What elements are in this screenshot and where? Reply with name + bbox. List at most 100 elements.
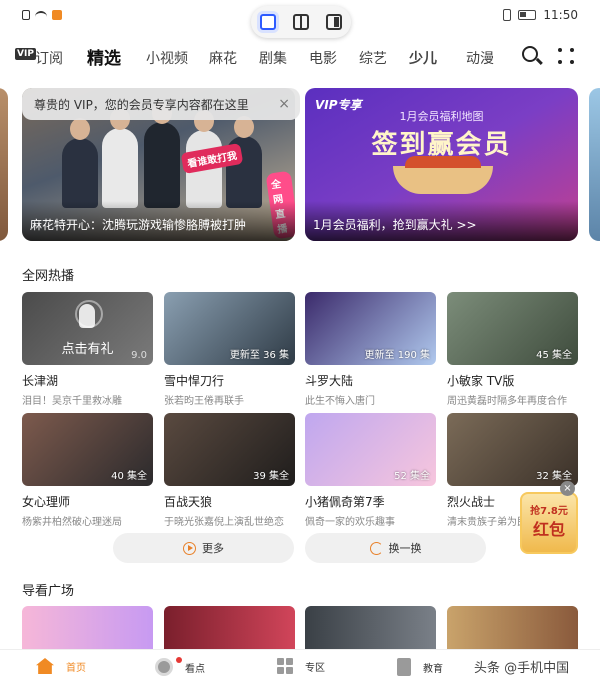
more-button[interactable]: 更多 bbox=[113, 533, 294, 563]
book-icon bbox=[397, 658, 411, 676]
more-icon[interactable] bbox=[558, 48, 576, 66]
red-packet-amount: 抢7.8元 bbox=[530, 506, 568, 517]
bottom-nav-home[interactable]: 首页 bbox=[36, 658, 86, 674]
video-title[interactable]: 百战天狼 bbox=[164, 493, 295, 510]
more-button-label: 更多 bbox=[202, 542, 224, 555]
video-card[interactable]: 更新至 36 集雪中悍刀行张若昀王倦再联手 bbox=[164, 292, 295, 407]
video-title[interactable]: 女心理师 bbox=[22, 493, 153, 510]
tap-hand-icon bbox=[75, 300, 103, 328]
tab-featured[interactable]: 精选 bbox=[87, 44, 121, 69]
video-title[interactable]: 斗罗大陆 bbox=[305, 372, 436, 389]
video-subtitle: 佩奇一家的欢乐趣事 bbox=[305, 517, 395, 528]
video-subtitle: 此生不悔入唐门 bbox=[305, 396, 375, 407]
guide-thumb[interactable] bbox=[22, 606, 153, 649]
video-title[interactable]: 雪中悍刀行 bbox=[164, 372, 295, 389]
section-title-hot: 全网热播 bbox=[22, 269, 75, 284]
bottom-nav-home-label: 首页 bbox=[66, 662, 86, 674]
tab-series[interactable]: 剧集 bbox=[259, 48, 287, 68]
video-thumbnail[interactable]: 更新至 190 集 bbox=[305, 292, 436, 365]
tab-subscribe[interactable]: 订阅 bbox=[35, 48, 63, 68]
video-card[interactable]: 45 集全小敏家 TV版周迅黄磊时隔多年再度合作 bbox=[447, 292, 578, 407]
bottom-nav-education[interactable]: 教育 bbox=[397, 658, 443, 676]
tab-mahua[interactable]: 麻花 bbox=[209, 48, 237, 68]
play-icon bbox=[183, 541, 196, 555]
vip-tooltip-text: 尊贵的 VIP，您的会员专享内容都在这里 bbox=[34, 97, 249, 112]
video-thumbnail[interactable]: 52 集全 bbox=[305, 413, 436, 486]
video-card[interactable]: 点击有礼 9.0 长津湖泪目！吴京千里救冰雕 bbox=[22, 292, 153, 407]
app-notification-icon bbox=[52, 10, 62, 20]
sim-icon bbox=[22, 10, 30, 20]
video-card[interactable]: 40 集全女心理师杨紫井柏然破心理迷局 bbox=[22, 413, 153, 528]
guide-thumb[interactable] bbox=[305, 606, 436, 649]
tab-movie[interactable]: 电影 bbox=[309, 48, 337, 68]
banner-caption: 麻花特开心：沈腾玩游戏输惨胳膊被打肿 bbox=[22, 201, 295, 241]
vip-banner-caption: 1月会员福利，抢到赢大礼 >> bbox=[305, 201, 578, 241]
video-card[interactable]: 39 集全百战天狼于晓光张嘉倪上演乱世绝恋 bbox=[164, 413, 295, 528]
video-thumbnail[interactable]: 更新至 36 集 bbox=[164, 292, 295, 365]
bottom-nav-watch-label: 看点 bbox=[185, 663, 205, 675]
video-card[interactable]: 更新至 190 集斗罗大陆此生不悔入唐门 bbox=[305, 292, 436, 407]
episode-badge: 更新至 36 集 bbox=[229, 350, 289, 361]
guide-thumb[interactable] bbox=[164, 606, 295, 649]
battery-icon bbox=[518, 10, 537, 20]
rating-score: 9.0 bbox=[131, 350, 147, 361]
channel-nav: VIP 订阅 精选 小视频 麻花 剧集 电影 综艺 少儿 动漫 bbox=[0, 38, 600, 74]
notification-dot bbox=[176, 657, 182, 663]
video-subtitle: 周迅黄磊时隔多年再度合作 bbox=[447, 396, 567, 407]
video-thumbnail[interactable]: 45 集全 bbox=[447, 292, 578, 365]
refresh-button-label: 换一换 bbox=[388, 542, 422, 555]
video-subtitle: 泪目！吴京千里救冰雕 bbox=[22, 396, 122, 407]
wifi-icon bbox=[35, 10, 47, 20]
refresh-button[interactable]: 换一换 bbox=[305, 533, 486, 563]
bottom-nav-zone-label: 专区 bbox=[305, 662, 325, 674]
section-title-guide: 导看广场 bbox=[22, 584, 75, 599]
vip-badge-icon: VIP bbox=[15, 48, 36, 60]
episode-badge: 40 集全 bbox=[111, 471, 147, 482]
red-packet-promo[interactable]: 抢7.8元 红包 bbox=[520, 492, 578, 554]
tab-kids[interactable]: 少儿 bbox=[409, 48, 437, 68]
bottom-nav-education-label: 教育 bbox=[423, 663, 443, 675]
grid-icon bbox=[277, 658, 293, 674]
banner-vip-benefits[interactable]: VIP专享 1月会员福利地图 签到赢会员 1月会员福利，抢到赢大礼 >> bbox=[305, 88, 578, 241]
close-icon[interactable]: × bbox=[560, 481, 575, 496]
video-subtitle: 于晓光张嘉倪上演乱世绝恋 bbox=[164, 517, 284, 528]
video-thumbnail[interactable]: 40 集全 bbox=[22, 413, 153, 486]
episode-badge: 52 集全 bbox=[394, 471, 430, 482]
video-title[interactable]: 小猪佩奇第7季 bbox=[305, 493, 436, 510]
video-subtitle: 杨紫井柏然破心理迷局 bbox=[22, 517, 122, 528]
clock: 11:50 bbox=[543, 8, 578, 22]
bottom-nav-zone[interactable]: 专区 bbox=[277, 658, 325, 674]
status-icons-left bbox=[22, 10, 62, 20]
tab-anime[interactable]: 动漫 bbox=[466, 48, 494, 68]
episode-badge: 45 集全 bbox=[536, 350, 572, 361]
home-icon bbox=[36, 658, 54, 674]
split-screen-icon[interactable] bbox=[292, 14, 309, 30]
video-title[interactable]: 长津湖 bbox=[22, 372, 153, 389]
vip-banner-subtitle: 1月会员福利地图 bbox=[399, 110, 484, 123]
vibrate-icon bbox=[503, 9, 512, 21]
guide-thumb[interactable] bbox=[447, 606, 578, 649]
tab-short-video[interactable]: 小视频 bbox=[146, 48, 188, 68]
watermark: 头条 @手机中国 bbox=[474, 661, 570, 676]
video-thumbnail[interactable]: 点击有礼 9.0 bbox=[22, 292, 153, 365]
window-mode-switcher bbox=[251, 6, 351, 38]
gift-dish-image bbox=[393, 156, 493, 194]
floating-window-icon[interactable] bbox=[326, 14, 343, 30]
search-icon[interactable] bbox=[522, 46, 538, 62]
banner-prev-peek[interactable] bbox=[0, 88, 8, 241]
video-subtitle: 张若昀王倦再联手 bbox=[164, 396, 244, 407]
close-icon[interactable]: × bbox=[278, 96, 290, 112]
red-packet-label: 红包 bbox=[532, 520, 565, 539]
episode-badge: 39 集全 bbox=[253, 471, 289, 482]
video-card[interactable]: 52 集全小猪佩奇第7季佩奇一家的欢乐趣事 bbox=[305, 413, 436, 528]
video-thumbnail[interactable]: 39 集全 bbox=[164, 413, 295, 486]
episode-badge: 更新至 190 集 bbox=[364, 350, 430, 361]
watch-icon bbox=[155, 658, 173, 676]
fullscreen-mode-icon[interactable] bbox=[259, 14, 276, 30]
video-title[interactable]: 小敏家 TV版 bbox=[447, 372, 578, 389]
vip-tooltip: 尊贵的 VIP，您的会员专享内容都在这里 × bbox=[22, 88, 300, 120]
refresh-icon bbox=[369, 541, 383, 555]
tab-variety[interactable]: 综艺 bbox=[359, 48, 387, 68]
video-thumbnail[interactable]: 32 集全 bbox=[447, 413, 578, 486]
banner-next-peek[interactable] bbox=[589, 88, 600, 241]
